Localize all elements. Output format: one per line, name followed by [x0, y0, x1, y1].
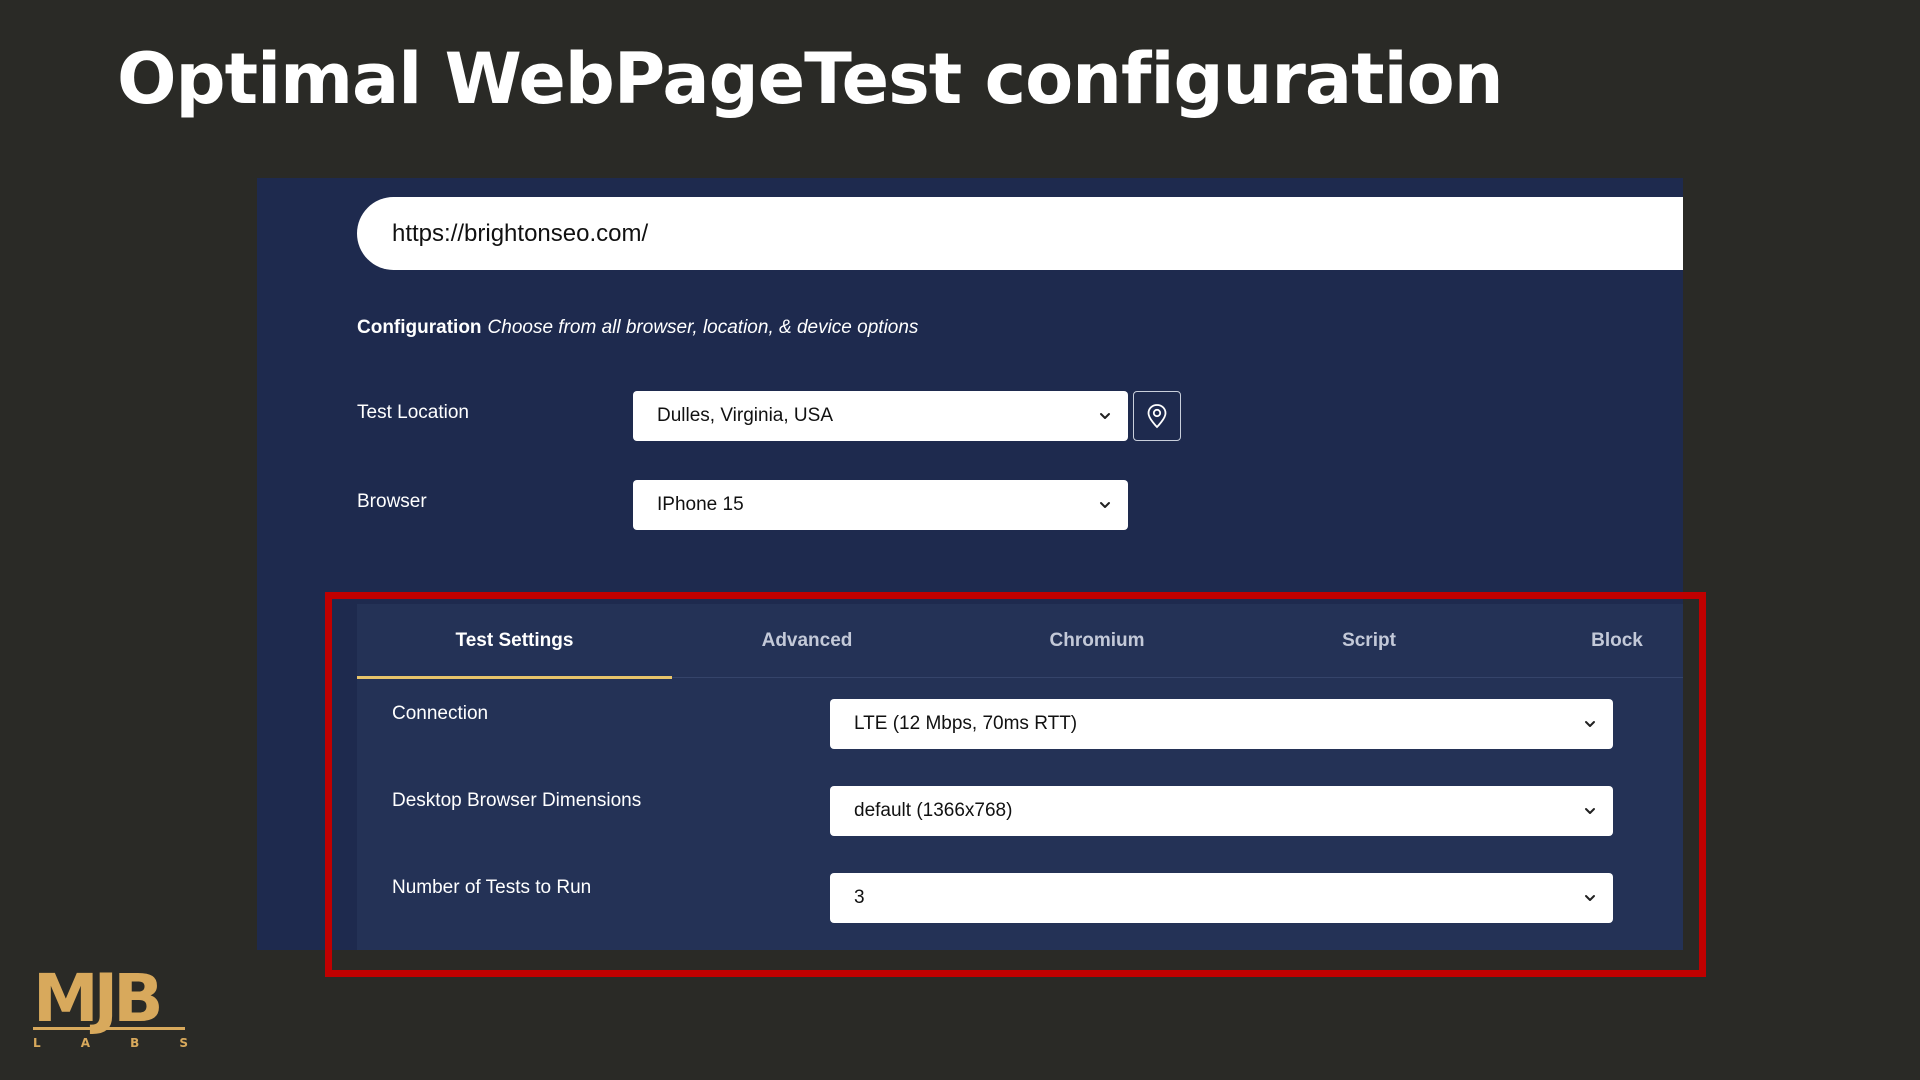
- connection-select[interactable]: LTE (12 Mbps, 70ms RTT): [830, 699, 1613, 749]
- mjb-labs-logo: MJB L A B S: [33, 966, 188, 1052]
- url-input[interactable]: https://brightonseo.com/: [357, 197, 1683, 270]
- tab-script[interactable]: Script: [1289, 604, 1449, 678]
- logo-rule: [33, 1027, 185, 1030]
- tab-advanced[interactable]: Advanced: [727, 604, 887, 678]
- browser-value: IPhone 15: [657, 494, 744, 515]
- tab-test-settings[interactable]: Test Settings: [357, 604, 672, 679]
- connection-value: LTE (12 Mbps, 70ms RTT): [854, 713, 1078, 734]
- logo-letter: B: [130, 1036, 140, 1050]
- browser-label: Browser: [357, 491, 427, 512]
- configuration-heading: Configuration Choose from all browser, lo…: [357, 317, 918, 339]
- logo-mark: MJB: [33, 960, 164, 1037]
- chevron-down-icon: [1585, 721, 1595, 727]
- logo-subtitle: L A B S: [33, 1036, 188, 1050]
- test-location-value: Dulles, Virginia, USA: [657, 405, 834, 426]
- tab-label: Chromium: [1049, 630, 1145, 651]
- chevron-down-icon: [1585, 808, 1595, 814]
- map-pin-icon: [1147, 404, 1167, 429]
- tab-label: Test Settings: [455, 630, 574, 651]
- url-input-value: https://brightonseo.com/: [392, 219, 649, 247]
- tab-label: Block: [1591, 630, 1643, 651]
- webpagetest-screenshot: https://brightonseo.com/ Configuration Ch…: [257, 178, 1683, 950]
- active-tab-indicator: [357, 676, 672, 679]
- num-tests-label: Number of Tests to Run: [392, 877, 592, 898]
- connection-label: Connection: [392, 703, 489, 724]
- chevron-down-icon: [1585, 895, 1595, 901]
- logo-letter: S: [179, 1036, 188, 1050]
- chevron-down-icon: [1100, 502, 1110, 508]
- dimensions-select[interactable]: default (1366x768): [830, 786, 1613, 836]
- tab-label: Advanced: [761, 630, 853, 651]
- dimensions-label: Desktop Browser Dimensions: [392, 790, 642, 811]
- configuration-description: Choose from all browser, location, & dev…: [487, 317, 919, 338]
- logo-letter: L: [33, 1036, 41, 1050]
- chevron-down-icon: [1100, 413, 1110, 419]
- logo-letter: A: [80, 1036, 91, 1050]
- test-location-select[interactable]: Dulles, Virginia, USA: [633, 391, 1128, 441]
- test-location-label: Test Location: [357, 402, 469, 423]
- num-tests-select[interactable]: 3: [830, 873, 1613, 923]
- slide-title: Optimal WebPageTest configuration: [117, 38, 1504, 120]
- tab-label: Script: [1342, 630, 1396, 651]
- browser-select[interactable]: IPhone 15: [633, 480, 1128, 530]
- map-location-button[interactable]: [1133, 391, 1181, 441]
- test-settings-panel: Test Settings Advanced Chromium Script B…: [357, 604, 1683, 950]
- dimensions-value: default (1366x768): [854, 800, 1013, 821]
- configuration-label: Configuration: [357, 317, 482, 338]
- tab-chromium[interactable]: Chromium: [1017, 604, 1177, 678]
- tab-block[interactable]: Block: [1537, 604, 1697, 678]
- num-tests-value: 3: [854, 887, 865, 908]
- settings-tab-bar: Test Settings Advanced Chromium Script B…: [357, 604, 1683, 679]
